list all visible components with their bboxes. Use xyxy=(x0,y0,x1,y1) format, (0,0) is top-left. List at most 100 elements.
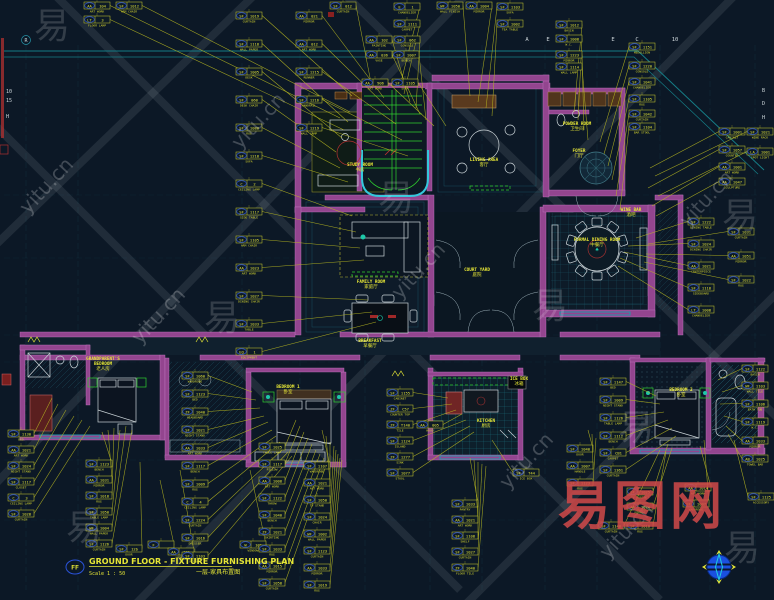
svg-text:SF: SF xyxy=(89,461,94,466)
svg-text:SF: SF xyxy=(262,444,267,449)
svg-text:CHANDELIER: CHANDELIER xyxy=(633,86,651,90)
svg-text:C: C xyxy=(186,499,188,504)
svg-text:CLOSET: CLOSET xyxy=(16,486,27,490)
svg-text:1033: 1033 xyxy=(318,565,327,570)
svg-text:CENTERPIECE: CENTERPIECE xyxy=(691,270,711,274)
svg-text:SF: SF xyxy=(500,21,505,26)
svg-text:WALL PAPER: WALL PAPER xyxy=(308,538,326,542)
svg-text:EQ: EQ xyxy=(239,349,244,354)
svg-text:2: 2 xyxy=(253,181,255,186)
svg-text:DRESSER: DRESSER xyxy=(189,542,202,546)
svg-text:卧室: 卧室 xyxy=(677,391,686,398)
svg-text:906: 906 xyxy=(377,80,385,85)
svg-text:1021: 1021 xyxy=(196,427,206,432)
svg-text:RUG: RUG xyxy=(314,589,320,593)
svg-text:SF: SF xyxy=(299,69,304,74)
svg-text:CURTAIN: CURTAIN xyxy=(266,587,279,591)
svg-text:062: 062 xyxy=(409,37,416,42)
svg-text:1021: 1021 xyxy=(273,529,283,534)
svg-text:1018: 1018 xyxy=(100,493,110,498)
svg-text:1001: 1001 xyxy=(733,129,743,134)
svg-text:ARM CHAIR: ARM CHAIR xyxy=(241,244,257,248)
svg-text:SF: SF xyxy=(390,390,395,395)
svg-text:1004: 1004 xyxy=(480,3,490,8)
svg-text:SF: SF xyxy=(239,13,244,18)
svg-text:SF: SF xyxy=(11,431,16,436)
svg-text:SF: SF xyxy=(722,147,727,152)
svg-text:STOOL: STOOL xyxy=(395,477,404,481)
svg-text:SF: SF xyxy=(390,470,395,475)
sheet-title: GROUND FLOOR - FIXTURE FURNISHING PLAN xyxy=(89,557,294,566)
svg-text:1057: 1057 xyxy=(733,147,742,152)
svg-text:MIRROR: MIRROR xyxy=(304,20,315,24)
svg-text:1031: 1031 xyxy=(100,477,110,482)
svg-text:易: 易 xyxy=(532,286,568,327)
svg-text:1219: 1219 xyxy=(310,125,320,130)
svg-text:LA: LA xyxy=(750,149,755,154)
svg-text:RUG: RUG xyxy=(738,284,744,288)
svg-text:MIRROR: MIRROR xyxy=(736,260,747,264)
svg-text:H: H xyxy=(762,115,765,121)
svg-text:1118: 1118 xyxy=(702,285,712,290)
svg-text:1123: 1123 xyxy=(196,391,205,396)
svg-text:1007: 1007 xyxy=(407,52,416,57)
svg-text:1025: 1025 xyxy=(756,456,765,461)
svg-text:BENCH: BENCH xyxy=(94,468,103,472)
svg-text:D: D xyxy=(762,101,765,107)
svg-text:1051: 1051 xyxy=(742,253,752,258)
svg-text:MIRROR: MIRROR xyxy=(474,10,485,14)
svg-text:1040: 1040 xyxy=(196,409,206,414)
svg-text:1021: 1021 xyxy=(318,480,328,485)
svg-text:060: 060 xyxy=(251,97,259,102)
svg-text:021: 021 xyxy=(311,13,319,18)
svg-text:1040: 1040 xyxy=(273,512,283,517)
svg-text:易: 易 xyxy=(66,508,102,549)
svg-text:COUNTER TOP: COUNTER TOP xyxy=(390,413,410,417)
svg-text:CURTAIN: CURTAIN xyxy=(243,20,256,24)
svg-text:冰箱: 冰箱 xyxy=(515,380,524,387)
svg-text:1002: 1002 xyxy=(318,531,327,536)
svg-text:SF: SF xyxy=(751,494,756,499)
svg-text:SF: SF xyxy=(119,546,124,551)
svg-text:1361: 1361 xyxy=(614,467,624,472)
svg-text:1024: 1024 xyxy=(22,463,32,468)
svg-text:1016: 1016 xyxy=(196,535,206,540)
svg-text:SF: SF xyxy=(239,209,244,214)
svg-text:C: C xyxy=(635,37,638,43)
svg-text:庭院: 庭院 xyxy=(473,271,482,278)
svg-text:SF: SF xyxy=(185,481,190,486)
svg-text:BED: BED xyxy=(192,398,198,402)
svg-text:CURTAIN: CURTAIN xyxy=(311,555,324,559)
svg-text:SF: SF xyxy=(603,379,608,384)
svg-text:SIDE TABLE: SIDE TABLE xyxy=(240,216,258,220)
svg-text:SF: SF xyxy=(632,96,637,101)
svg-text:1019: 1019 xyxy=(250,13,260,18)
svg-text:AA: AA xyxy=(185,445,190,450)
svg-text:1021: 1021 xyxy=(702,263,712,268)
svg-text:SF: SF xyxy=(185,373,190,378)
svg-text:PAINTING: PAINTING xyxy=(372,44,387,48)
svg-text:1023: 1023 xyxy=(250,265,259,270)
svg-text:老人房: 老人房 xyxy=(96,365,110,372)
svg-text:WINDOW: WINDOW xyxy=(248,549,259,553)
svg-text:ART WORK: ART WORK xyxy=(302,48,317,52)
svg-text:ZF: ZF xyxy=(390,422,395,427)
svg-text:1042: 1042 xyxy=(643,111,652,116)
svg-text:1147: 1147 xyxy=(614,379,623,384)
svg-text:SF: SF xyxy=(11,463,16,468)
svg-text:SF: SF xyxy=(119,3,124,8)
svg-text:1028: 1028 xyxy=(22,511,32,516)
svg-text:TILE: TILE xyxy=(396,429,403,433)
svg-text:1107: 1107 xyxy=(318,463,327,468)
svg-text:1060: 1060 xyxy=(196,373,206,378)
svg-text:1009: 1009 xyxy=(196,481,206,486)
svg-text:WINE RACK: WINE RACK xyxy=(752,136,768,140)
svg-text:SF: SF xyxy=(603,467,608,472)
svg-text:BENCH: BENCH xyxy=(401,59,410,63)
svg-text:HEADBOARD: HEADBOARD xyxy=(187,416,203,420)
svg-text:卧室: 卧室 xyxy=(284,388,293,395)
svg-text:SOFA: SOFA xyxy=(401,87,408,91)
svg-text:1007: 1007 xyxy=(581,463,590,468)
svg-text:1220: 1220 xyxy=(643,63,653,68)
svg-text:BENCH: BENCH xyxy=(608,440,617,444)
